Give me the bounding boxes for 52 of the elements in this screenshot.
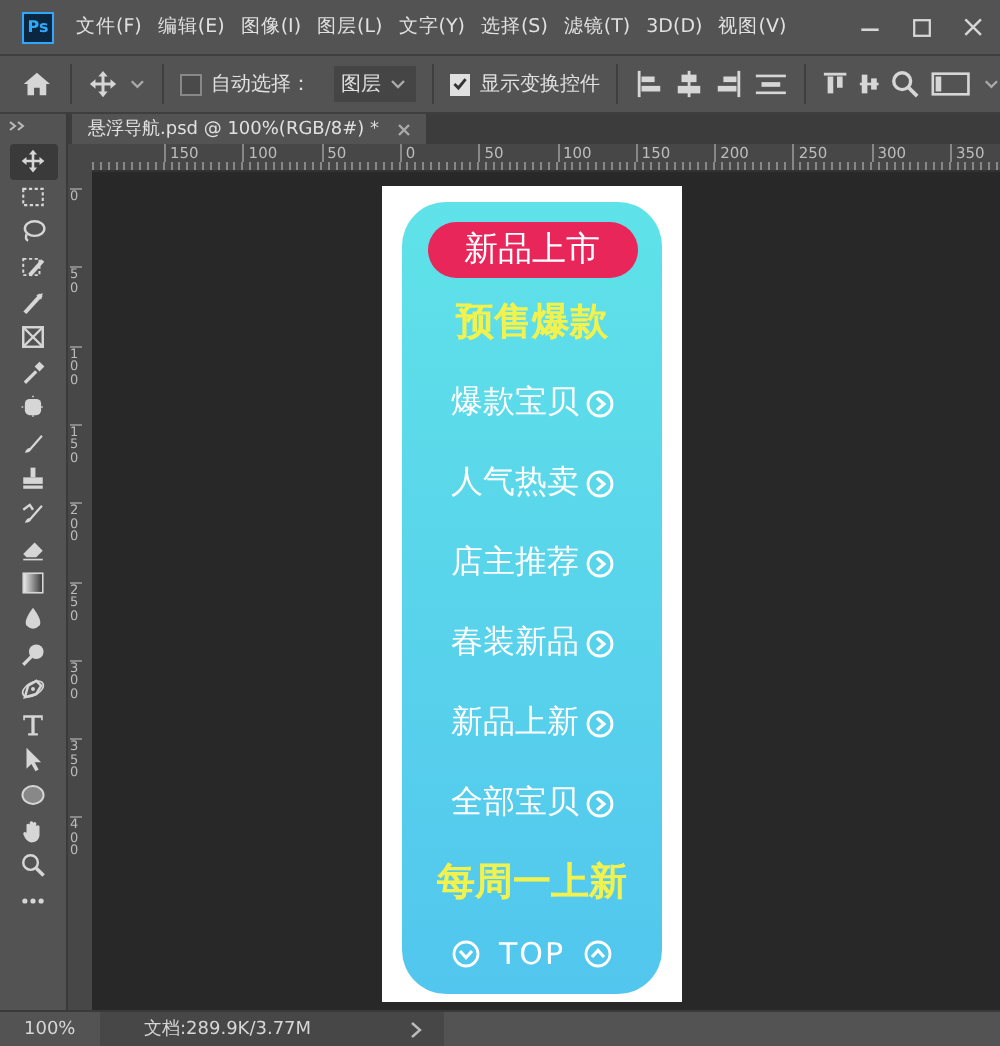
chevron-right-icon[interactable] (408, 1019, 424, 1039)
caret-icon[interactable] (127, 74, 147, 94)
document-tab[interactable]: 悬浮导航.psd @ 100%(RGB/8#) * (72, 114, 426, 144)
checkbox-label: 显示变换控件 (479, 71, 600, 98)
align-icon[interactable] (633, 68, 664, 100)
selection-brush-icon (20, 254, 46, 281)
caret-icon[interactable] (981, 74, 1000, 94)
tab-title: 悬浮导航.psd @ 100%(RGB/8#) * (88, 117, 380, 142)
eyedropper-icon (20, 359, 46, 386)
frame-icon (20, 324, 46, 351)
brush-icon (20, 430, 46, 457)
expand-icon[interactable] (8, 120, 28, 132)
move-icon (20, 148, 46, 175)
checkbox[interactable] (180, 73, 202, 95)
lasso-icon (20, 218, 46, 245)
search-icon[interactable] (890, 68, 921, 100)
menu-item[interactable]: 文件(F) (76, 14, 142, 40)
home-icon[interactable] (20, 68, 54, 100)
close-icon[interactable] (395, 121, 412, 137)
check-icon (451, 76, 468, 92)
zoom-icon (20, 852, 46, 879)
menu-item[interactable]: 视图(V) (718, 14, 787, 40)
pen-icon (20, 676, 46, 703)
menu-item[interactable]: 选择(S) (480, 14, 548, 40)
workspace-icon[interactable] (930, 68, 972, 100)
tool-button[interactable] (9, 144, 57, 180)
history-brush-icon (20, 500, 46, 527)
menu-item[interactable]: 3D(D) (646, 16, 703, 38)
caret-icon (387, 74, 408, 94)
gradient-icon (20, 570, 46, 597)
drop-icon (20, 606, 46, 633)
menu-item[interactable]: 图像(I) (240, 14, 302, 40)
menu-item[interactable]: 文字(Y) (398, 14, 465, 40)
move-icon[interactable] (87, 68, 118, 100)
menu-item[interactable]: 图层(L) (317, 14, 383, 40)
menu-item[interactable]: 滤镜(T) (563, 14, 631, 40)
zoom-level: 100% (22, 1019, 78, 1039)
footer-title: 每周一上新 (437, 859, 627, 908)
new-arrivals-badge: 新品上市 (427, 222, 637, 278)
hand-icon (20, 817, 46, 844)
layer-dropdown[interactable]: 图层 (333, 66, 416, 102)
checkbox-label: 自动选择： (211, 71, 312, 98)
menu-item[interactable]: 编辑(E) (157, 14, 225, 40)
stamp-icon (20, 465, 46, 492)
app-logo: Ps (22, 11, 54, 43)
align-icon[interactable] (673, 68, 704, 100)
marquee-icon (20, 183, 46, 210)
ellipse-icon (20, 781, 46, 808)
text-icon (20, 711, 46, 738)
align-icon[interactable] (713, 68, 744, 100)
document-info: 文档:289.9K/3.77M (144, 1017, 312, 1042)
headline: 预售爆款 (456, 300, 608, 348)
